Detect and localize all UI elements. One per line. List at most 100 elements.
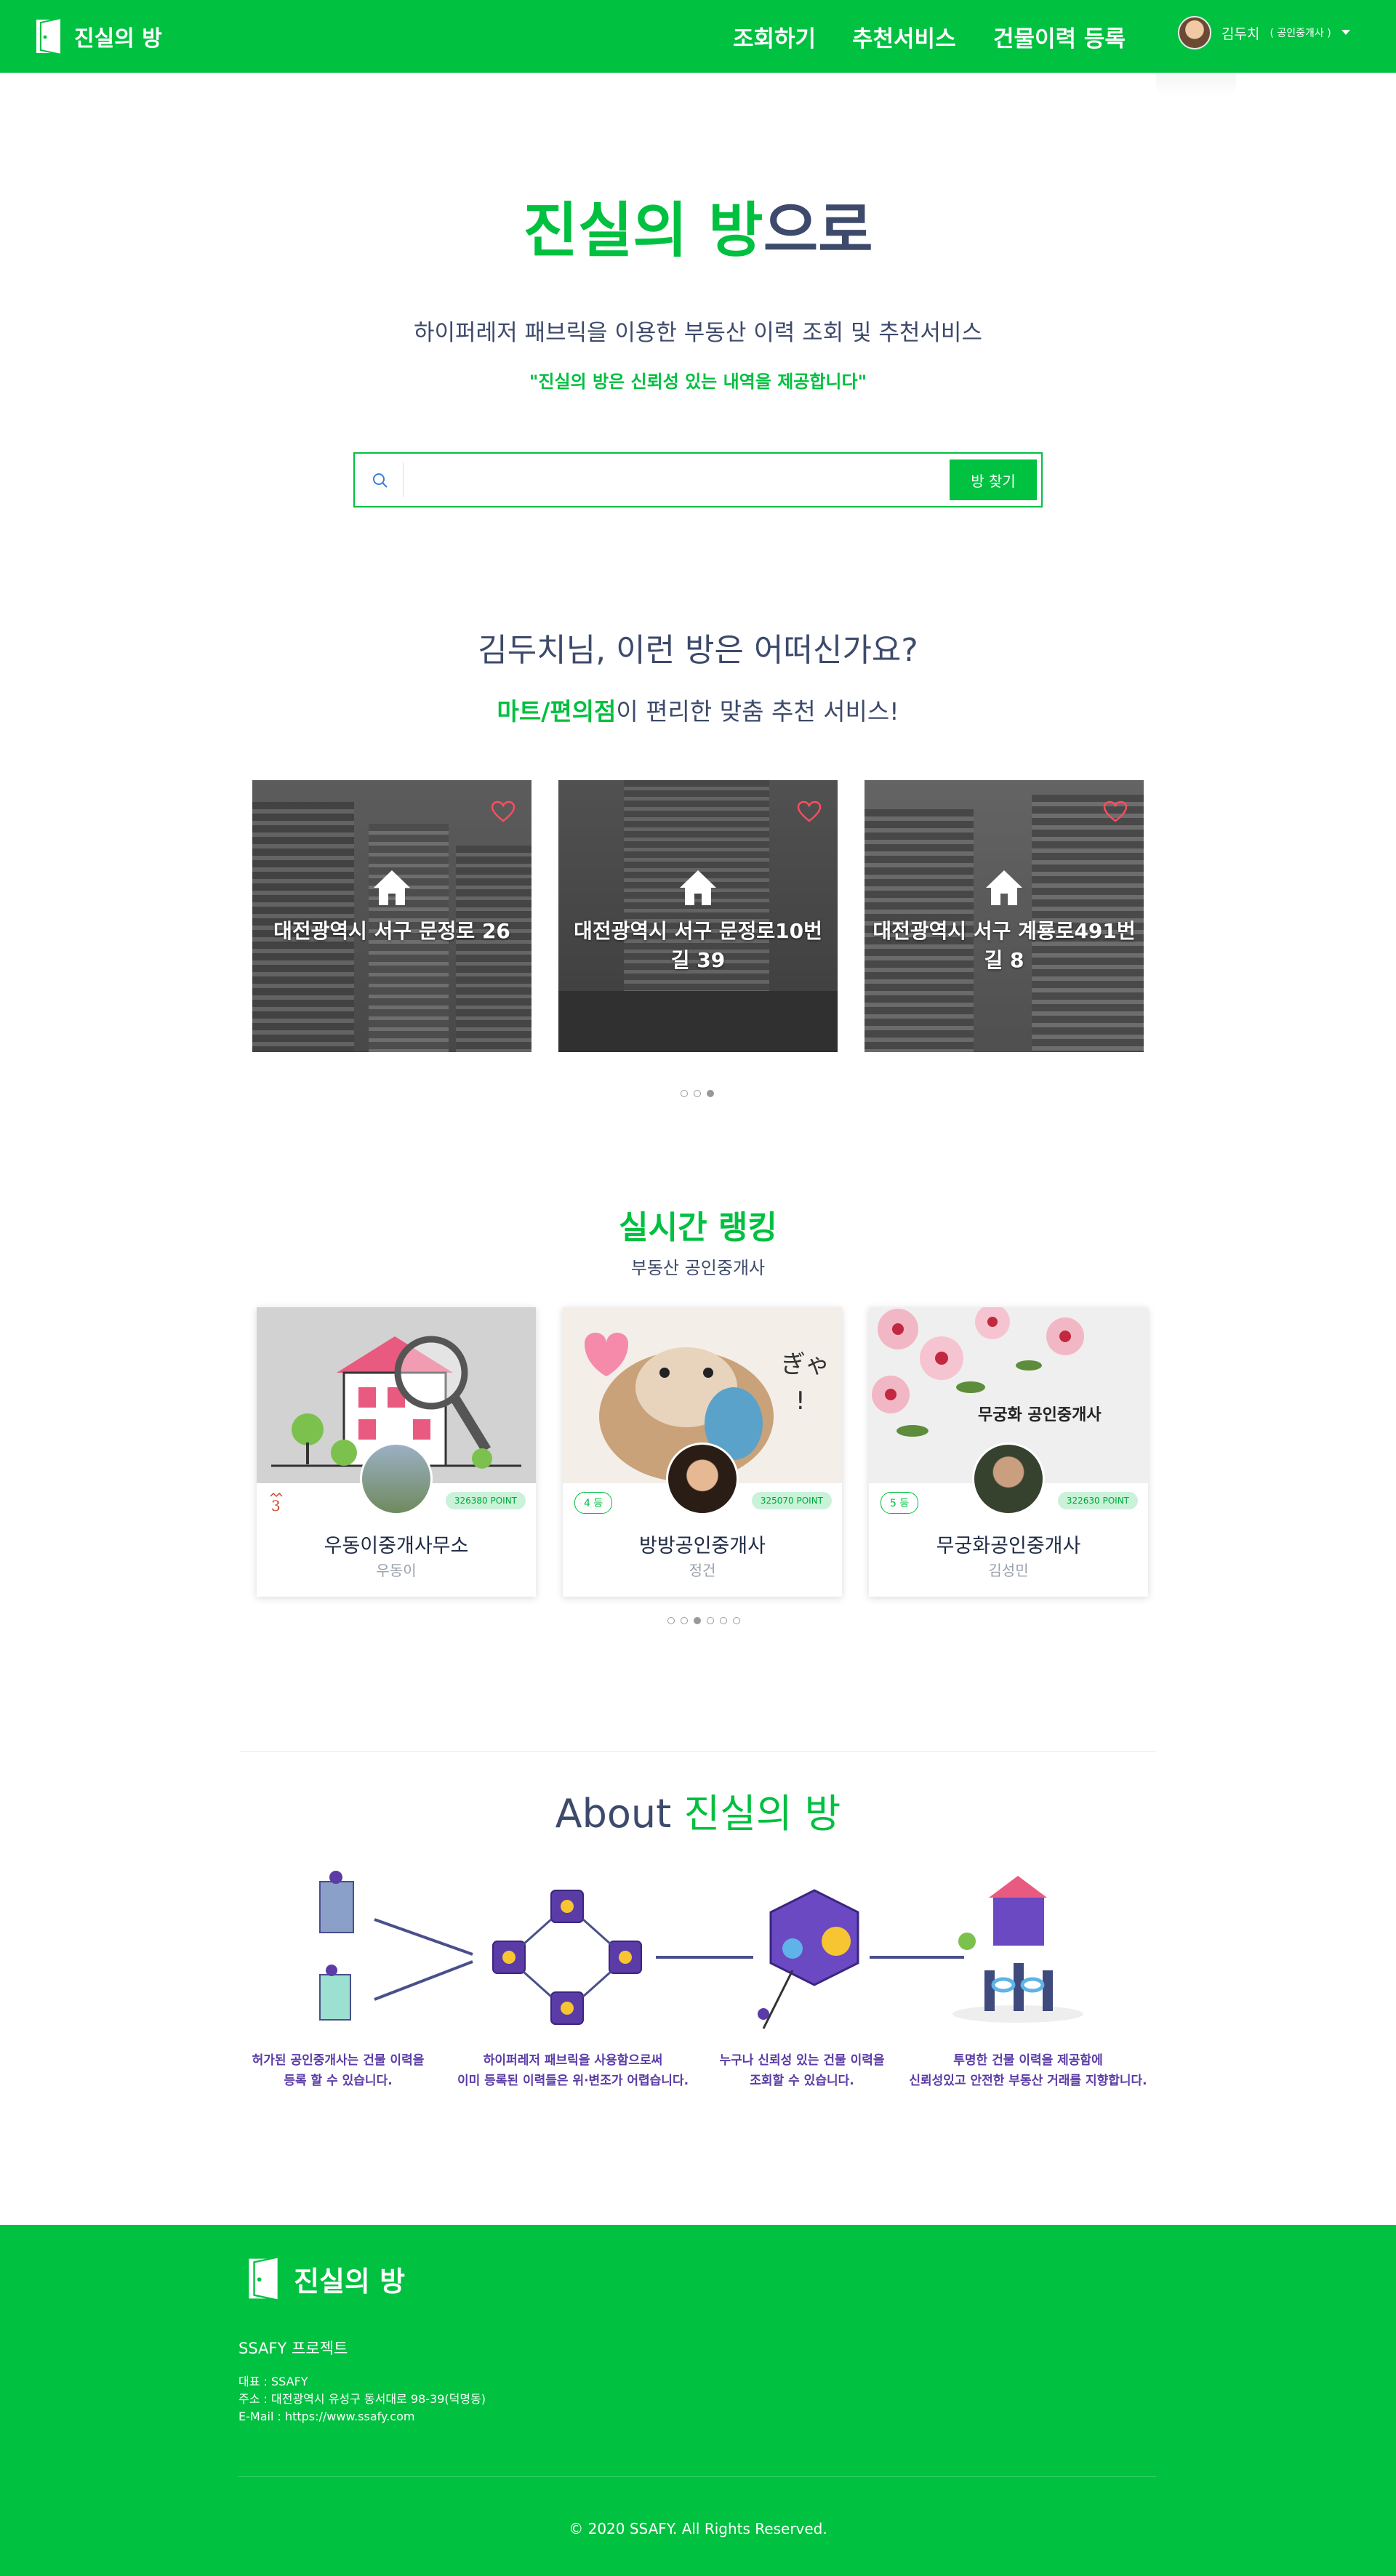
agent-cover-caption: 무궁화 공인중개사 bbox=[978, 1406, 1102, 1424]
carousel-dot[interactable] bbox=[733, 1617, 740, 1624]
carousel-dot[interactable] bbox=[681, 1090, 688, 1097]
carousel-dot[interactable] bbox=[707, 1090, 714, 1097]
recommend-card[interactable]: 대전광역시 서구 문정로10번길 39 bbox=[558, 780, 838, 1052]
agent-rank-badge: 5 등 bbox=[880, 1492, 919, 1514]
recommend-title: 김두치님, 이런 방은 어떠신가요? bbox=[478, 632, 918, 669]
nav-recommend[interactable]: 추천서비스 bbox=[852, 20, 956, 53]
brand-logo[interactable]: 진실의 방 bbox=[35, 17, 162, 55]
about-step: 누구나 신뢰성 있는 건물 이력을 조회할 수 있습니다. bbox=[704, 2050, 900, 2091]
ranking-title: 실시간 랭킹 bbox=[619, 1209, 777, 1246]
navbar: 진실의 방 조회하기 추천서비스 건물이력 등록 김두치 ( 공인중개사 ) bbox=[0, 0, 1396, 73]
recommend-card[interactable]: 대전광역시 서구 계룡로491번길 8 bbox=[865, 780, 1144, 1052]
hero-quote: "진실의 방은 신뢰성 있는 내역을 제공합니다" bbox=[529, 372, 867, 392]
carousel-dot[interactable] bbox=[694, 1617, 701, 1624]
hero-title-green: 진실의 방 bbox=[523, 196, 763, 265]
recommend-carousel-dots bbox=[681, 1090, 714, 1097]
house-icon bbox=[374, 870, 410, 905]
search-bar: 방 찾기 bbox=[353, 452, 1043, 507]
heart-icon[interactable] bbox=[1103, 801, 1128, 822]
agent-owner: 우동이 bbox=[376, 1562, 417, 1579]
recommend-card[interactable]: 대전광역시 서구 문정로 26 bbox=[252, 780, 531, 1052]
door-logo-icon bbox=[249, 2257, 280, 2300]
search-button[interactable]: 방 찾기 bbox=[950, 460, 1037, 500]
footer-info: 대표 : SSAFY 주소 : 대전광역시 유성구 동서대로 98-39(덕명동… bbox=[238, 2373, 486, 2425]
carousel-dot[interactable] bbox=[707, 1617, 714, 1624]
footer-project: SSAFY 프로젝트 bbox=[238, 2340, 348, 2357]
card-overlay bbox=[865, 780, 1144, 1052]
section-divider bbox=[240, 1751, 1156, 1752]
hero-subtitle: 하이퍼레저 패브릭을 이용한 부동산 이력 조회 및 추천서비스 bbox=[414, 320, 982, 346]
about-step-line: 조회할 수 있습니다. bbox=[750, 2074, 854, 2088]
about-title: About 진실의 방 bbox=[0, 1781, 1396, 1839]
about-step-line: 투명한 건물 이력을 제공함에 bbox=[953, 2053, 1103, 2068]
card-address: 대전광역시 서구 계룡로491번길 8 bbox=[872, 919, 1136, 972]
door-logo-icon bbox=[36, 18, 62, 55]
user-avatar bbox=[1178, 16, 1211, 49]
card-overlay bbox=[558, 780, 838, 1052]
about-step-line: 등록 할 수 있습니다. bbox=[284, 2074, 393, 2088]
ranking-carousel-dots bbox=[667, 1617, 740, 1624]
about-step-line: 이미 등록된 이력들은 위·변조가 어렵습니다. bbox=[457, 2074, 689, 2088]
recommend-category: 마트/편의점 bbox=[497, 697, 617, 726]
carousel-dot[interactable] bbox=[694, 1090, 701, 1097]
nav-register-history[interactable]: 건물이력 등록 bbox=[993, 20, 1126, 53]
about-process-diagram bbox=[319, 1871, 1083, 2029]
footer: 진실의 방 SSAFY 프로젝트 대표 : SSAFY 주소 : 대전광역시 유… bbox=[0, 2225, 1396, 2576]
carousel-dot[interactable] bbox=[681, 1617, 688, 1624]
recommend-subtitle: 마트/편의점이 편리한 맞춤 추천 서비스! bbox=[0, 692, 1396, 727]
card-overlay bbox=[252, 780, 531, 1052]
agent-avatar bbox=[666, 1443, 739, 1515]
search-icon bbox=[373, 473, 388, 488]
svg-text:ぎゃ: ぎゃ bbox=[781, 1350, 830, 1379]
recommend-sub-text: 이 편리한 맞춤 추천 서비스! bbox=[616, 697, 899, 726]
caret-down-icon bbox=[1341, 30, 1350, 35]
agent-rank-badge: 4 등 bbox=[574, 1492, 613, 1514]
user-type: ( 공인중개사 ) bbox=[1269, 28, 1331, 39]
brand-name: 진실의 방 bbox=[74, 26, 162, 52]
footer-divider bbox=[238, 2476, 1156, 2477]
agent-points-badge: 325070 POINT bbox=[751, 1492, 832, 1509]
heart-icon[interactable] bbox=[491, 801, 516, 822]
footer-brand: 진실의 방 bbox=[294, 2265, 406, 2298]
agent-card[interactable]: ぎゃ ! 4 등 325070 POINT 방방공인중개사 정건 bbox=[563, 1307, 842, 1597]
about-step-line: 신뢰성있고 안전한 부동산 거래를 지향합니다. bbox=[909, 2074, 1147, 2088]
search-input[interactable] bbox=[403, 462, 941, 497]
about-step-line: 누구나 신뢰성 있는 건물 이력을 bbox=[719, 2053, 885, 2068]
ranking-subtitle: 부동산 공인중개사 bbox=[630, 1258, 766, 1278]
agent-owner: 김성민 bbox=[988, 1562, 1029, 1579]
card-address: 대전광역시 서구 문정로 26 bbox=[273, 919, 510, 943]
footer-address: 주소 : 대전광역시 유성구 동서대로 98-39(덕명동) bbox=[238, 2392, 486, 2406]
house-icon bbox=[680, 870, 716, 905]
hero-title-rest: 으로 bbox=[763, 196, 873, 265]
svg-text:3: 3 bbox=[271, 1497, 281, 1514]
about-step: 투명한 건물 이력을 제공함에 신뢰성있고 안전한 부동산 거래를 지향합니다. bbox=[897, 2050, 1159, 2091]
about-step: 하이퍼레저 패브릭을 사용함으로써 이미 등록된 이력들은 위·변조가 어렵습니… bbox=[449, 2050, 697, 2091]
agent-avatar bbox=[360, 1443, 433, 1515]
heart-icon[interactable] bbox=[797, 801, 822, 822]
agent-name: 방방공인중개사 bbox=[639, 1535, 766, 1557]
footer-email[interactable]: E-Mail : https://www.ssafy.com bbox=[238, 2408, 486, 2425]
carousel-dot[interactable] bbox=[667, 1617, 675, 1624]
hero-title: 진실의 방으로 bbox=[0, 182, 1396, 268]
agent-name: 무궁화공인중개사 bbox=[936, 1535, 1081, 1557]
carousel-dot[interactable] bbox=[720, 1617, 727, 1624]
agent-card[interactable]: 3 3 326380 POINT 우동이중개사무소 우동이 bbox=[257, 1307, 536, 1597]
svg-text:!: ! bbox=[795, 1387, 806, 1416]
agent-points-badge: 322630 POINT bbox=[1057, 1492, 1138, 1509]
about-step-line: 하이퍼레저 패브릭을 사용함으로써 bbox=[483, 2053, 663, 2068]
footer-logo[interactable]: 진실의 방 bbox=[247, 2257, 405, 2300]
about-title-plain: About bbox=[555, 1791, 684, 1837]
agent-points-badge: 326380 POINT bbox=[445, 1492, 526, 1509]
card-address: 대전광역시 서구 문정로10번길 39 bbox=[574, 919, 822, 972]
agent-owner: 정건 bbox=[689, 1562, 716, 1579]
agent-name: 우동이중개사무소 bbox=[324, 1535, 469, 1557]
user-menu[interactable]: 김두치 ( 공인중개사 ) bbox=[1178, 16, 1350, 49]
footer-rep: 대표 : SSAFY bbox=[238, 2375, 308, 2388]
about-step-line: 허가된 공인중개사는 건물 이력을 bbox=[252, 2053, 425, 2068]
about-title-green: 진실의 방 bbox=[683, 1791, 841, 1837]
nav-search[interactable]: 조회하기 bbox=[733, 20, 816, 53]
user-name: 김두치 bbox=[1222, 25, 1260, 42]
footer-copyright: © 2020 SSAFY. All Rights Reserved. bbox=[569, 2520, 827, 2537]
agent-card[interactable]: 무궁화 공인중개사 5 등 322630 POINT 무궁화공인중개사 김성민 bbox=[869, 1307, 1148, 1597]
medal-icon: 3 bbox=[270, 1492, 283, 1514]
